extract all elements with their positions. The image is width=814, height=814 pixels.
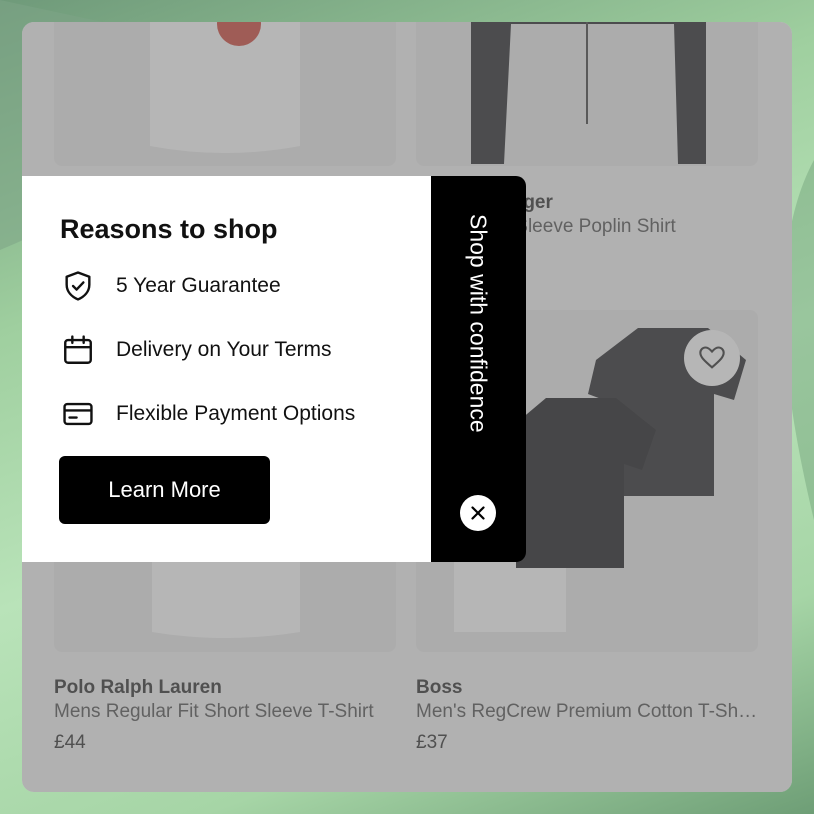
reasons-to-shop-panel: Reasons to shop 5 Year Guarantee Deliver…	[22, 176, 432, 562]
learn-more-button[interactable]: Learn More	[59, 456, 270, 524]
reason-label: 5 Year Guarantee	[116, 274, 281, 297]
app-screen: Tommy Hilfiger Mens Long Sleeve Poplin S…	[22, 22, 792, 792]
reason-label: Delivery on Your Terms	[116, 338, 332, 361]
side-tab-label: Shop with confidence	[465, 214, 492, 433]
close-icon	[471, 506, 485, 520]
credit-card-icon	[60, 396, 96, 432]
popup-heading: Reasons to shop	[60, 214, 278, 244]
close-button[interactable]	[460, 495, 496, 531]
shop-with-confidence-tab[interactable]: Shop with confidence	[431, 176, 526, 562]
shield-check-icon	[60, 268, 96, 304]
reason-payment: Flexible Payment Options	[60, 396, 355, 432]
reason-guarantee: 5 Year Guarantee	[60, 268, 281, 304]
calendar-icon	[60, 332, 96, 368]
reason-label: Flexible Payment Options	[116, 402, 356, 425]
reason-delivery: Delivery on Your Terms	[60, 332, 332, 368]
